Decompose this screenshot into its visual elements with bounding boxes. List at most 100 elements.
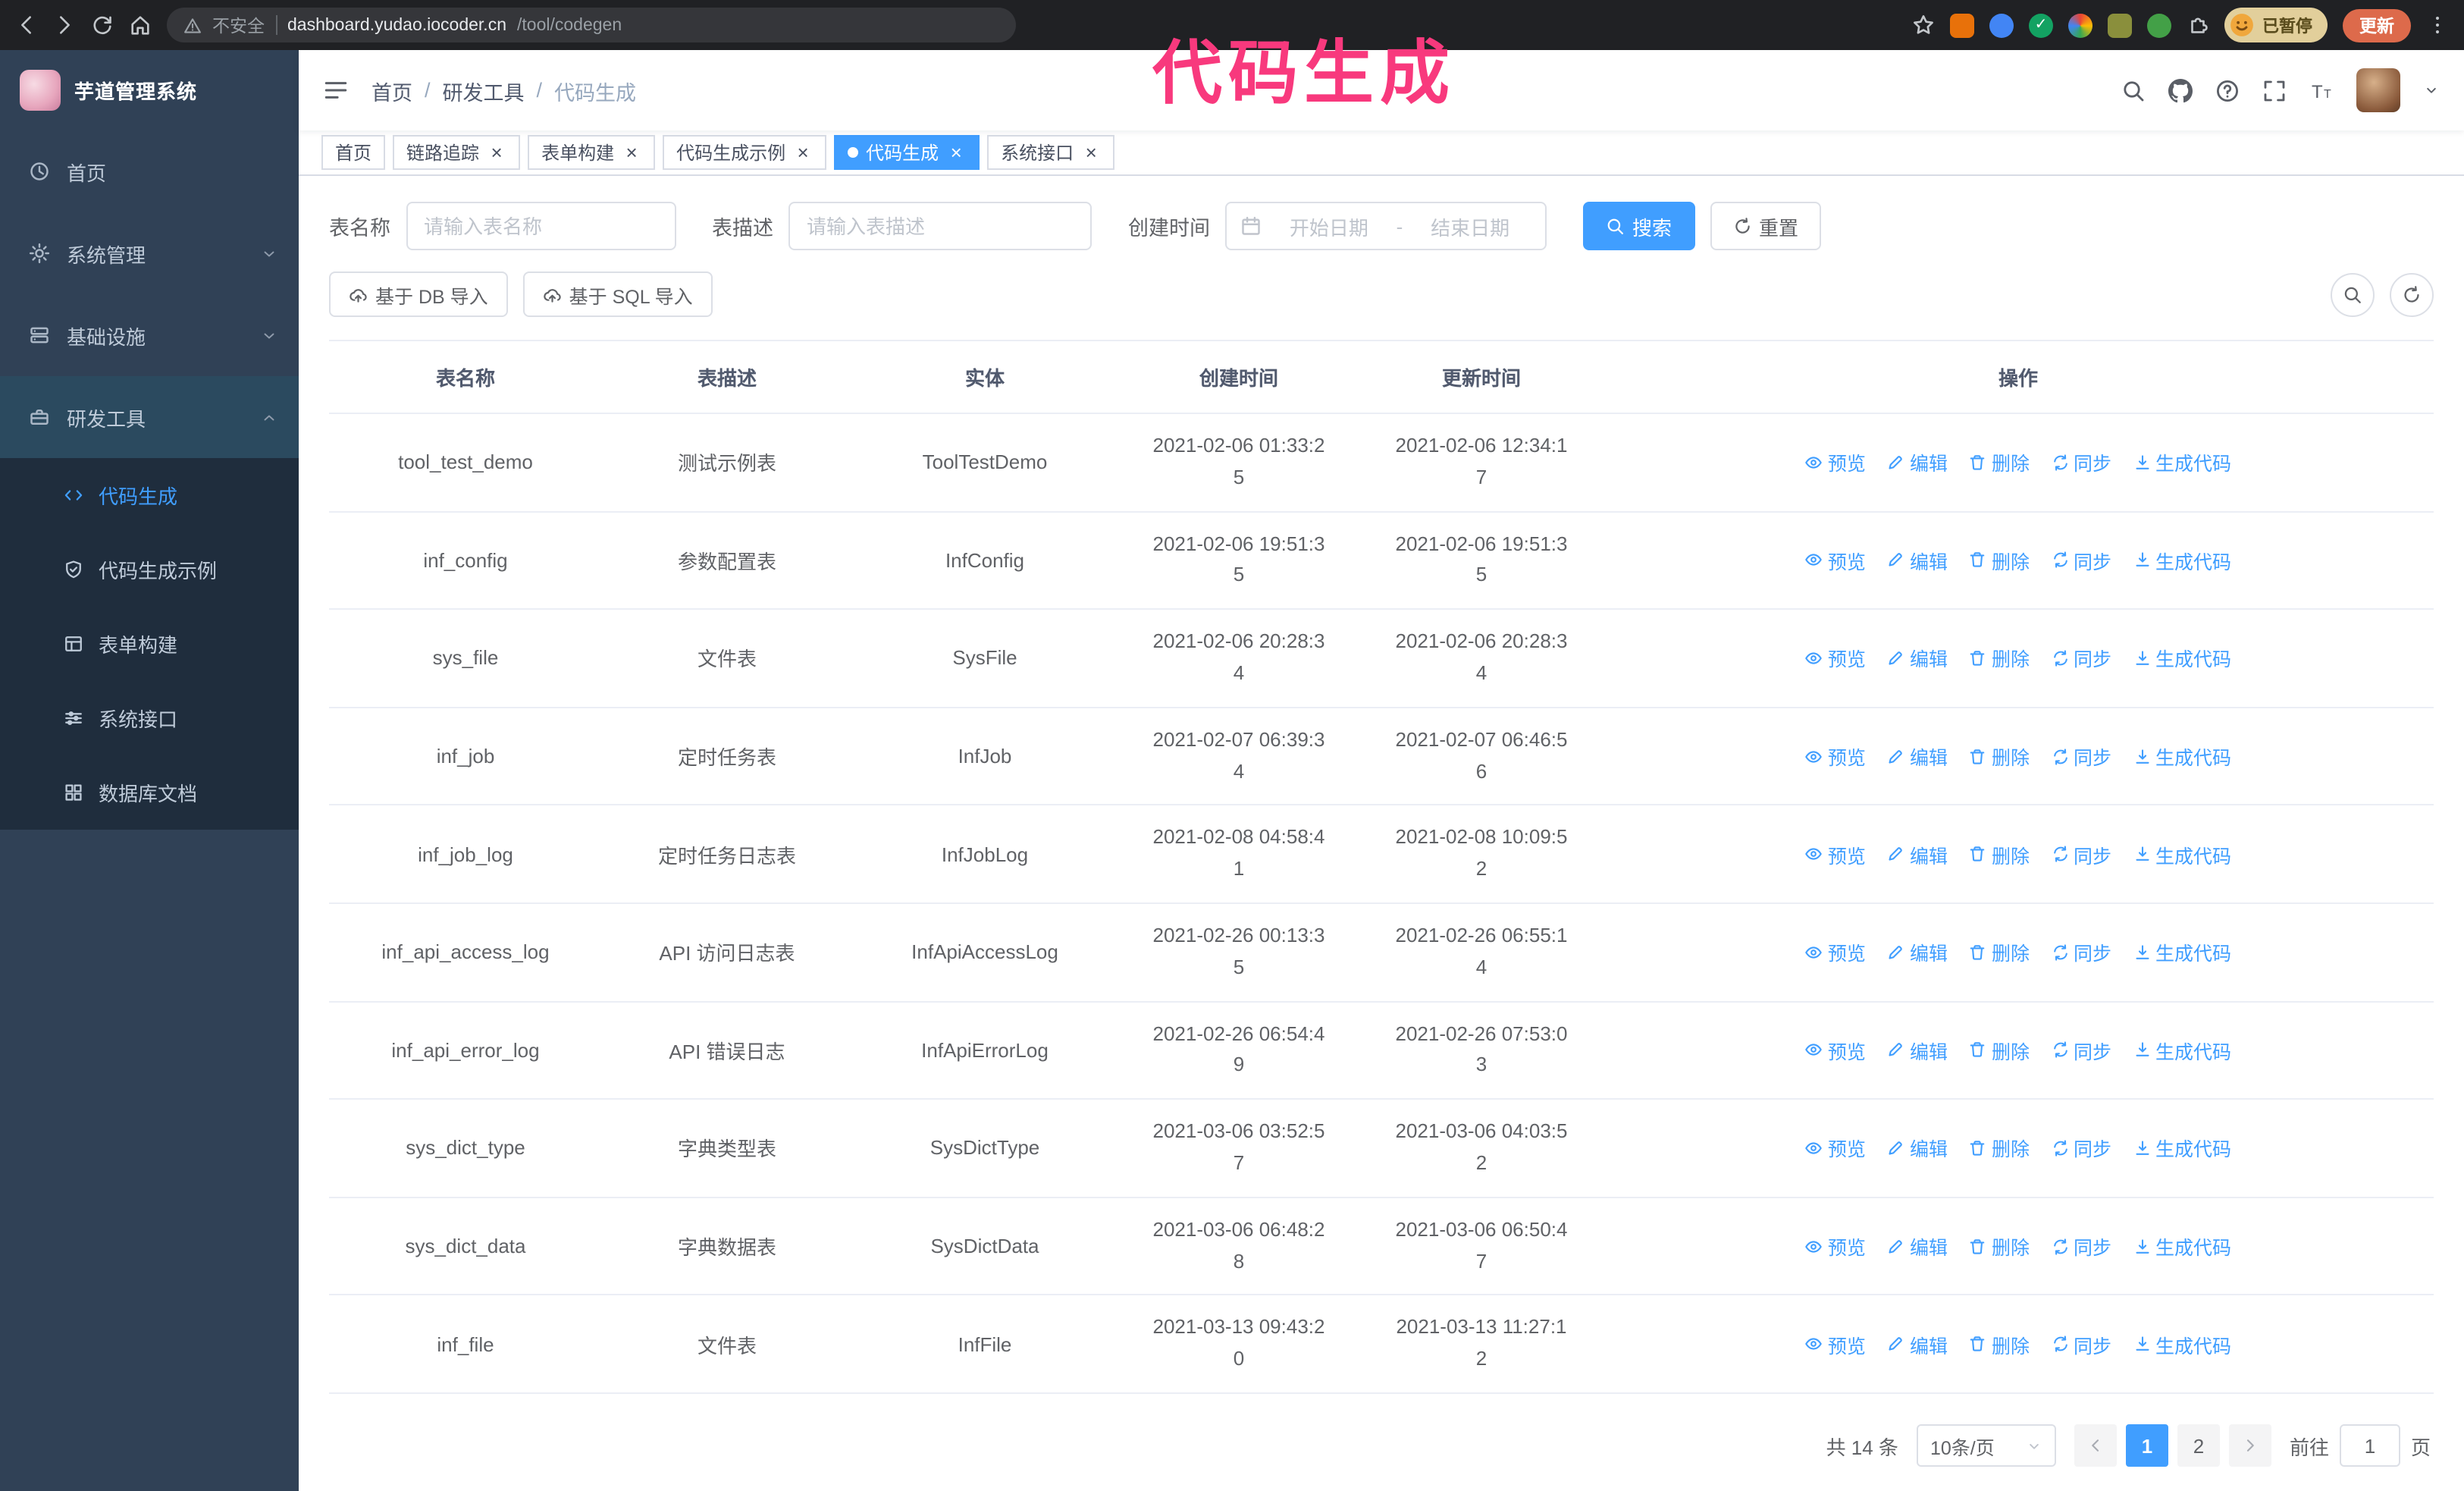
preview-action[interactable]: 预览 [1805,1232,1866,1260]
sidebar-item-devtools[interactable]: 研发工具 [0,376,299,458]
table-name-input[interactable] [406,202,676,250]
reset-button[interactable]: 重置 [1710,202,1822,250]
browser-reload-icon[interactable] [91,14,114,36]
preview-action[interactable]: 预览 [1805,840,1866,868]
delete-action[interactable]: 删除 [1969,840,2030,868]
page-size-select[interactable]: 10条/页 [1916,1424,2056,1467]
sidebar-item-home[interactable]: 首页 [0,130,299,212]
sync-action[interactable]: 同步 [2051,546,2111,575]
sidebar-toggle-icon[interactable] [323,77,349,103]
bookmark-star-icon[interactable] [1912,14,1935,36]
sidebar-item-infra[interactable]: 基础设施 [0,294,299,376]
prev-page-button[interactable] [2074,1424,2117,1467]
edit-action[interactable]: 编辑 [1887,742,1948,771]
breadcrumb-item[interactable]: 首页 [371,75,412,105]
breadcrumb-item[interactable]: 研发工具 [443,75,525,105]
generate-action[interactable]: 生成代码 [2133,1134,2231,1163]
close-icon[interactable]: × [946,143,966,162]
caret-down-icon[interactable] [2423,82,2440,99]
search-icon[interactable] [2121,78,2146,102]
delete-action[interactable]: 删除 [1969,938,2030,967]
user-avatar[interactable] [2356,68,2400,112]
import-db-button[interactable]: 基于 DB 导入 [329,272,508,317]
extension-icon[interactable] [2108,13,2132,37]
generate-action[interactable]: 生成代码 [2133,1329,2231,1358]
sidebar-subitem-db-doc[interactable]: 数据库文档 [0,755,299,830]
close-icon[interactable]: × [487,143,506,162]
tab-codegen-example[interactable]: 代码生成示例 × [663,135,827,170]
browser-home-icon[interactable] [129,14,152,36]
page-button-2[interactable]: 2 [2177,1424,2220,1467]
browser-menu-icon[interactable] [2426,14,2449,36]
tab-tracer[interactable]: 链路追踪 × [393,135,521,170]
close-icon[interactable]: × [1081,143,1101,162]
goto-page-input[interactable] [2339,1424,2400,1467]
generate-action[interactable]: 生成代码 [2133,1036,2231,1065]
date-range-picker[interactable]: 开始日期 - 结束日期 [1225,202,1547,250]
preview-action[interactable]: 预览 [1805,938,1866,967]
font-size-icon[interactable]: TT [2309,78,2334,102]
help-icon[interactable] [2215,78,2240,102]
fullscreen-icon[interactable] [2262,78,2287,102]
sync-action[interactable]: 同步 [2051,840,2111,868]
sync-action[interactable]: 同步 [2051,448,2111,477]
sync-action[interactable]: 同步 [2051,1329,2111,1358]
delete-action[interactable]: 删除 [1969,742,2030,771]
edit-action[interactable]: 编辑 [1887,938,1948,967]
generate-action[interactable]: 生成代码 [2133,938,2231,967]
extension-icon[interactable] [2068,13,2093,37]
delete-action[interactable]: 删除 [1969,546,2030,575]
import-sql-button[interactable]: 基于 SQL 导入 [522,272,713,317]
delete-action[interactable]: 删除 [1969,644,2030,673]
edit-action[interactable]: 编辑 [1887,1232,1948,1260]
delete-action[interactable]: 删除 [1969,1036,2030,1065]
sync-action[interactable]: 同步 [2051,1232,2111,1260]
next-page-button[interactable] [2228,1424,2271,1467]
preview-action[interactable]: 预览 [1805,546,1866,575]
preview-action[interactable]: 预览 [1805,742,1866,771]
preview-action[interactable]: 预览 [1805,1134,1866,1163]
refresh-table-button[interactable] [2390,272,2434,316]
extension-icon[interactable] [1950,13,1974,37]
extension-check-icon[interactable]: ✓ [2029,13,2053,37]
sidebar-logo[interactable]: 芋道管理系统 [0,50,299,130]
sync-action[interactable]: 同步 [2051,644,2111,673]
sidebar-subitem-form-builder[interactable]: 表单构建 [0,607,299,681]
sync-action[interactable]: 同步 [2051,742,2111,771]
update-button[interactable]: 更新 [2343,8,2411,42]
browser-back-icon[interactable] [15,14,38,36]
sidebar-subitem-api[interactable]: 系统接口 [0,681,299,755]
generate-action[interactable]: 生成代码 [2133,742,2231,771]
delete-action[interactable]: 删除 [1969,448,2030,477]
page-button-1[interactable]: 1 [2125,1424,2168,1467]
sync-action[interactable]: 同步 [2051,1134,2111,1163]
edit-action[interactable]: 编辑 [1887,840,1948,868]
toggle-search-button[interactable] [2331,272,2375,316]
search-button[interactable]: 搜索 [1583,202,1695,250]
generate-action[interactable]: 生成代码 [2133,644,2231,673]
extension-icon[interactable] [2147,13,2171,37]
github-icon[interactable] [2168,78,2193,102]
preview-action[interactable]: 预览 [1805,1036,1866,1065]
generate-action[interactable]: 生成代码 [2133,840,2231,868]
extension-icon[interactable] [1989,13,2014,37]
edit-action[interactable]: 编辑 [1887,1036,1948,1065]
edit-action[interactable]: 编辑 [1887,644,1948,673]
edit-action[interactable]: 编辑 [1887,1134,1948,1163]
extensions-puzzle-icon[interactable] [2187,14,2209,36]
sidebar-item-system[interactable]: 系统管理 [0,212,299,294]
tab-form-builder[interactable]: 表单构建 × [528,135,656,170]
close-icon[interactable]: × [622,143,641,162]
sync-action[interactable]: 同步 [2051,1036,2111,1065]
edit-action[interactable]: 编辑 [1887,546,1948,575]
tab-api[interactable]: 系统接口 × [987,135,1115,170]
sidebar-subitem-codegen-example[interactable]: 代码生成示例 [0,532,299,607]
generate-action[interactable]: 生成代码 [2133,448,2231,477]
delete-action[interactable]: 删除 [1969,1329,2030,1358]
close-icon[interactable]: × [793,143,813,162]
table-desc-input[interactable] [788,202,1092,250]
edit-action[interactable]: 编辑 [1887,448,1948,477]
preview-action[interactable]: 预览 [1805,448,1866,477]
preview-action[interactable]: 预览 [1805,644,1866,673]
tab-codegen[interactable]: 代码生成 × [834,135,980,170]
